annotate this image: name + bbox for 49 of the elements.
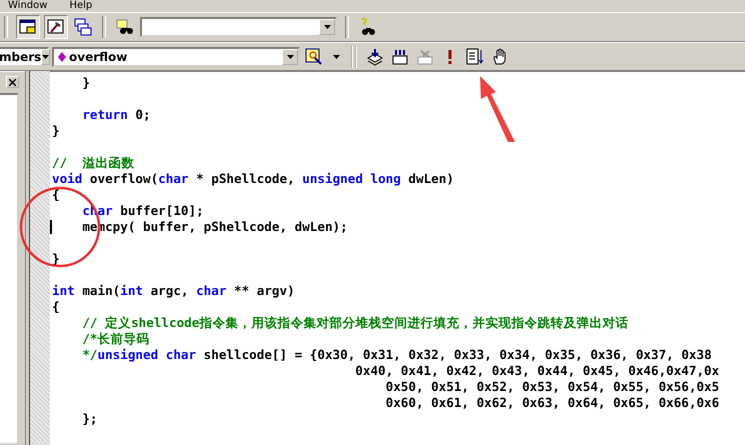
toolbar-separator bbox=[345, 16, 349, 38]
toolbar-grip[interactable] bbox=[351, 46, 357, 68]
code-line: int main(int argc, char ** argv) bbox=[52, 283, 295, 298]
combo-value: overflow bbox=[69, 50, 128, 64]
compile-icon bbox=[366, 48, 384, 66]
hammer-icon bbox=[47, 18, 65, 36]
caret-icon bbox=[286, 55, 294, 59]
workspace-button[interactable] bbox=[16, 15, 40, 39]
code-line: // 定义shellcode指令集，用该指令集对部分堆栈空间进行填充，并实现指令跳转及弹出对话 bbox=[81, 315, 628, 330]
combo-value: mbers bbox=[0, 50, 42, 64]
windows-icon bbox=[74, 18, 92, 36]
windows-button[interactable] bbox=[72, 16, 94, 38]
code-line: { bbox=[52, 187, 60, 202]
find-field[interactable] bbox=[140, 17, 337, 37]
member-combo[interactable]: overflow bbox=[52, 47, 300, 67]
code-line: 0x40, 0x41, 0x42, 0x43, 0x44, 0x45, 0x46,0x47,0x bbox=[354, 363, 720, 378]
code-line: /*长前导码 bbox=[81, 331, 150, 346]
code-line: 0x50, 0x51, 0x52, 0x53, 0x54, 0x55, 0x56,0x5 bbox=[384, 379, 720, 394]
search-help-icon bbox=[359, 18, 377, 36]
output-button[interactable] bbox=[44, 15, 68, 39]
close-icon bbox=[9, 78, 16, 86]
annotation-arrow bbox=[478, 76, 516, 142]
diamond-icon bbox=[58, 52, 66, 62]
exclamation-icon bbox=[448, 50, 452, 64]
code-line: */unsigned char shellcode[] = {0x30, 0x31, 0x32, 0x33, 0x34, 0x35, 0x36, 0x37, 0x38 bbox=[81, 347, 712, 362]
code-line: } bbox=[52, 123, 60, 138]
code-line: // 溢出函数 bbox=[52, 155, 134, 170]
close-button[interactable] bbox=[6, 76, 19, 88]
class-combo[interactable]: mbers bbox=[0, 47, 49, 67]
caret-icon bbox=[332, 55, 340, 59]
code-line: void overflow(char * pShellcode, unsigned long dwLen) bbox=[52, 171, 454, 186]
code-line: { bbox=[52, 299, 60, 314]
build-icon bbox=[391, 48, 409, 66]
stop-build-icon bbox=[416, 48, 434, 66]
menu-item[interactable]: Window bbox=[4, 0, 52, 12]
menu-item[interactable]: Help bbox=[65, 0, 96, 12]
window-icon bbox=[19, 18, 37, 36]
code-line: 0x60, 0x61, 0x62, 0x63, 0x64, 0x65, 0x66,0x6 bbox=[384, 395, 720, 410]
code-line: } bbox=[81, 75, 90, 90]
find-in-files-icon bbox=[116, 18, 134, 36]
wizard-icon bbox=[305, 48, 323, 66]
code-line: }; bbox=[81, 411, 98, 426]
go-icon bbox=[466, 48, 484, 66]
code-editor[interactable] bbox=[50, 71, 745, 445]
caret-icon bbox=[324, 25, 330, 29]
toolbar-separator bbox=[4, 16, 8, 38]
code-line: return 0; bbox=[81, 107, 151, 122]
caret-icon bbox=[42, 55, 50, 59]
toolbar-separator bbox=[102, 16, 106, 38]
